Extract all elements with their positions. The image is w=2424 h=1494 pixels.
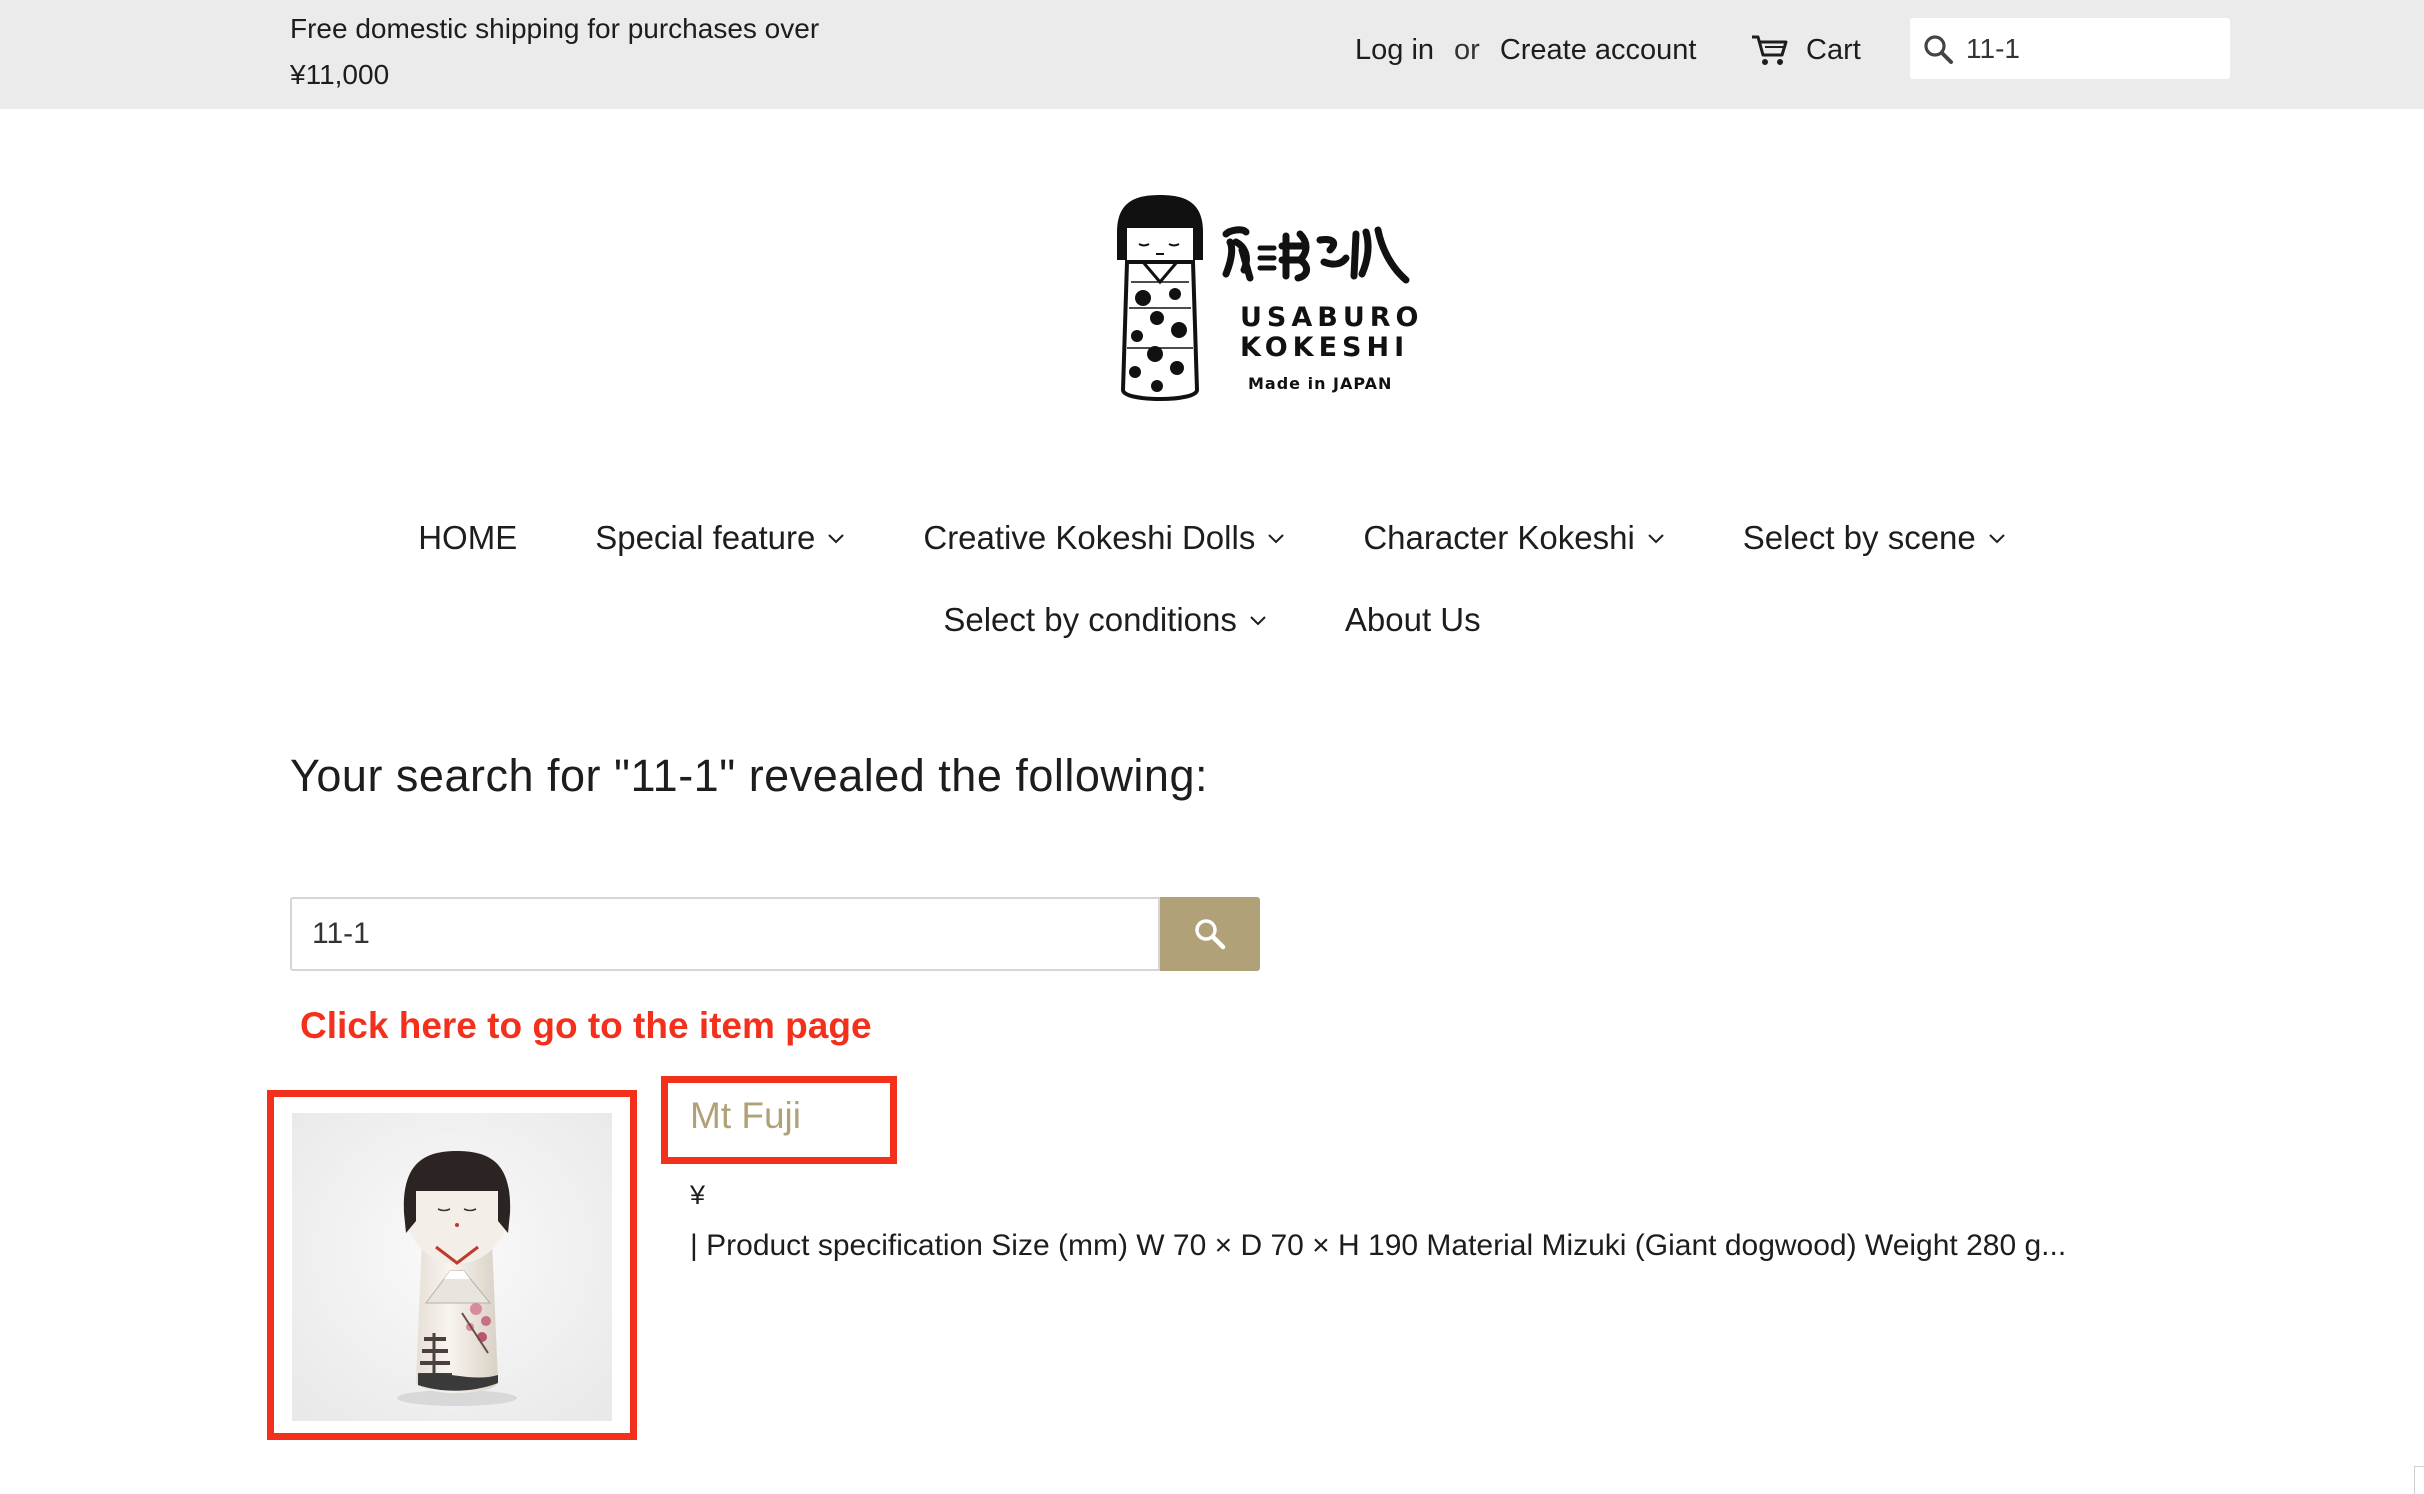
nav-label: Special feature (595, 519, 816, 556)
account-links: Log in or Create account (1355, 28, 1696, 72)
kokeshi-logo-icon (1117, 195, 1203, 401)
nav-item-about-us[interactable]: About Us (1345, 598, 1481, 642)
chevron-down-icon (1268, 533, 1285, 543)
product-description: | Product specification Size (mm) W 70 ×… (690, 1229, 2067, 1262)
nav-row-2: Select by conditions About Us (0, 598, 2424, 642)
search-results-heading: Your search for "11-1" revealed the foll… (290, 750, 1208, 801)
nav-row-1: HOME Special feature Creative Kokeshi Do… (0, 516, 2424, 560)
nav-item-special-feature[interactable]: Special feature (595, 516, 845, 560)
nav-item-creative-kokeshi-dolls[interactable]: Creative Kokeshi Dolls (923, 516, 1285, 560)
nav-label: Creative Kokeshi Dolls (923, 519, 1256, 556)
login-link[interactable]: Log in (1355, 34, 1434, 66)
chevron-down-icon (1648, 533, 1664, 543)
nav-label: Character Kokeshi (1363, 519, 1635, 556)
chevron-down-icon (828, 533, 845, 543)
brand-logo[interactable]: USABURO KOKESHI Made in JAPAN (1105, 190, 1419, 410)
cart-icon (1752, 35, 1788, 65)
product-image (292, 1113, 612, 1421)
nav-item-home[interactable]: HOME (418, 516, 517, 560)
announcement-line-1: Free domestic shipping for purchases ove… (290, 13, 820, 44)
nav-label: About Us (1344, 601, 1481, 638)
announcement-line-2: ¥11,000 (290, 59, 390, 90)
search-icon[interactable] (1910, 18, 1966, 79)
nav-item-select-by-conditions[interactable]: Select by conditions (943, 598, 1267, 642)
product-price: ¥ (690, 1180, 706, 1210)
or-separator: or (1454, 34, 1480, 66)
results-search-button[interactable] (1160, 897, 1260, 971)
brand-name-line-2: KOKESHI (1240, 332, 1410, 363)
nav-item-select-by-scene[interactable]: Select by scene (1743, 516, 2006, 560)
search-icon (1195, 919, 1226, 950)
chevron-down-icon (1250, 615, 1266, 625)
cart-link[interactable]: Cart (1750, 28, 1861, 72)
brand-tagline: Made in JAPAN (1248, 374, 1393, 393)
nav-label: HOME (418, 519, 518, 556)
results-search-field (290, 897, 1160, 971)
product-title-link[interactable]: Mt Fuji (690, 1095, 801, 1137)
click-hint-annotation: Click here to go to the item page (300, 1005, 872, 1046)
shipping-announcement: Free domestic shipping for purchases ove… (290, 6, 819, 98)
product-image-link[interactable] (267, 1090, 637, 1440)
announcement-bar: Free domestic shipping for purchases ove… (0, 0, 2424, 109)
header-search-input[interactable] (1966, 23, 2206, 74)
brand-name-line-1: USABURO (1240, 302, 1424, 333)
nav-item-character-kokeshi[interactable]: Character Kokeshi (1363, 516, 1664, 560)
kokeshi-doll-photo-icon (292, 1113, 612, 1421)
header-search (1910, 18, 2230, 79)
chevron-down-icon (1989, 533, 2005, 543)
cart-label: Cart (1806, 34, 1861, 66)
nav-label: Select by conditions (943, 601, 1237, 638)
nav-label: Select by scene (1742, 519, 1976, 556)
results-search-input[interactable] (292, 899, 1132, 969)
scrollbar-corner (2414, 1466, 2424, 1494)
brand-script-logo (1222, 226, 1410, 284)
create-account-link[interactable]: Create account (1500, 34, 1697, 66)
